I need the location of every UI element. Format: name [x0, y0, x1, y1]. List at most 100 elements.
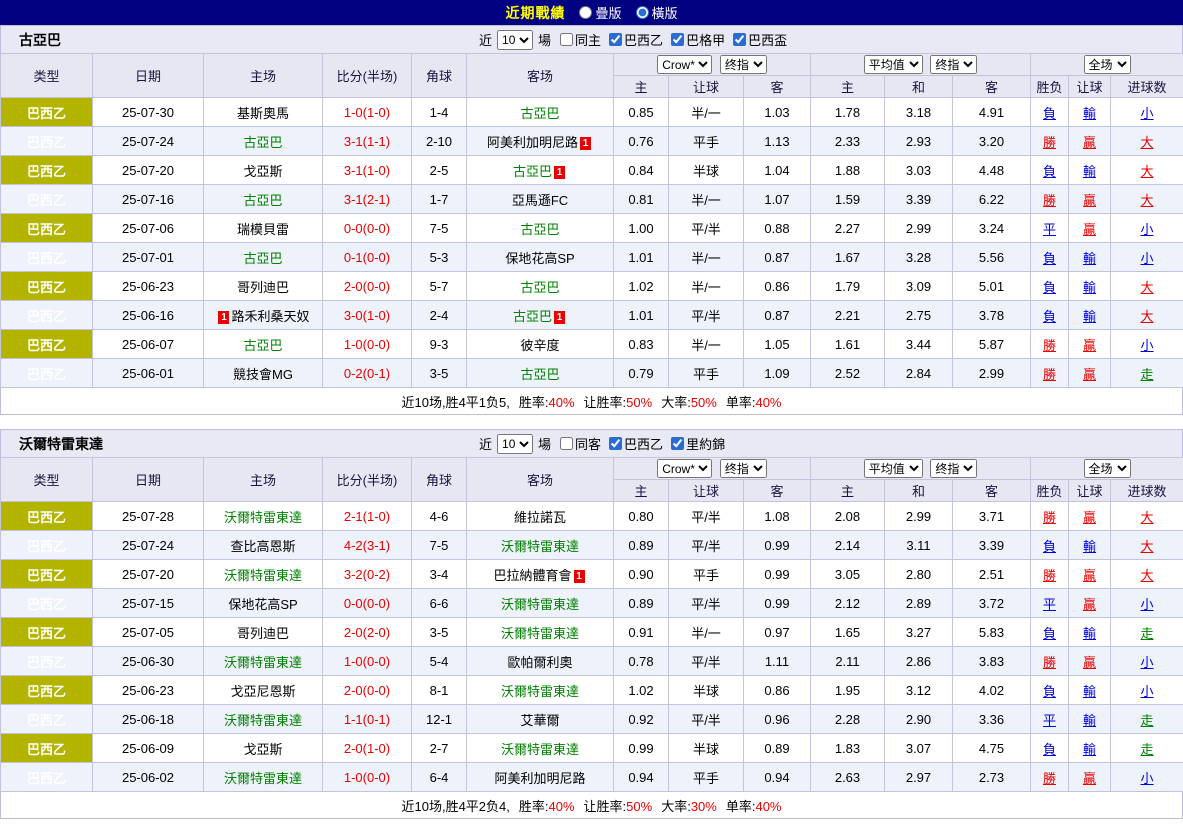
match-score[interactable]: 2-0(0-0)	[323, 676, 412, 705]
away-team-name[interactable]: 維拉諾瓦	[514, 510, 566, 525]
result-goals[interactable]: 走	[1111, 359, 1183, 388]
result-winlose[interactable]: 負	[1031, 156, 1069, 185]
result-goals[interactable]: 大	[1111, 156, 1183, 185]
match-score[interactable]: 1-0(0-0)	[323, 330, 412, 359]
away-team-name[interactable]: 沃爾特雷東達	[501, 539, 579, 554]
home-team-name[interactable]: 戈亞斯	[243, 742, 282, 757]
handicap-stage-select[interactable]: 终指	[720, 55, 767, 74]
horizontal-view-radio[interactable]	[636, 6, 649, 19]
result-winlose[interactable]: 勝	[1031, 647, 1069, 676]
home-team-name[interactable]: 古亞巴	[243, 135, 282, 150]
away-team-name[interactable]: 阿美利加明尼路	[487, 135, 578, 150]
result-goals[interactable]: 大	[1111, 560, 1183, 589]
filter-option[interactable]: 里約錦	[671, 434, 725, 453]
result-winlose[interactable]: 負	[1031, 301, 1069, 330]
away-team-name[interactable]: 彼辛度	[520, 338, 559, 353]
away-team-name[interactable]: 沃爾特雷東達	[501, 742, 579, 757]
match-score[interactable]: 3-1(1-0)	[323, 156, 412, 185]
away-team-name[interactable]: 古亞巴	[520, 367, 559, 382]
away-team-name[interactable]: 古亞巴	[513, 164, 552, 179]
home-team-name[interactable]: 保地花高SP	[228, 597, 297, 612]
result-handicap[interactable]: 贏	[1069, 589, 1111, 618]
result-winlose[interactable]: 勝	[1031, 502, 1069, 531]
result-goals[interactable]: 小	[1111, 214, 1183, 243]
result-goals[interactable]: 走	[1111, 705, 1183, 734]
away-team-name[interactable]: 古亞巴	[513, 309, 552, 324]
away-team-name[interactable]: 保地花高SP	[505, 251, 574, 266]
match-score[interactable]: 0-2(0-1)	[323, 359, 412, 388]
home-team-name[interactable]: 戈亞斯	[243, 164, 282, 179]
result-goals[interactable]: 走	[1111, 734, 1183, 763]
away-team-name[interactable]: 古亞巴	[520, 280, 559, 295]
result-goals[interactable]: 小	[1111, 98, 1183, 127]
away-team-name[interactable]: 亞馬遜FC	[512, 193, 568, 208]
odds-company-select[interactable]: Crow*	[657, 459, 712, 478]
result-winlose[interactable]: 平	[1031, 589, 1069, 618]
result-handicap[interactable]: 輸	[1069, 734, 1111, 763]
filter-checkbox[interactable]	[560, 437, 573, 450]
result-goals[interactable]: 大	[1111, 272, 1183, 301]
away-team-name[interactable]: 巴拉納體育會	[493, 568, 571, 583]
result-goals[interactable]: 小	[1111, 589, 1183, 618]
away-team-name[interactable]: 沃爾特雷東達	[501, 597, 579, 612]
result-handicap[interactable]: 輸	[1069, 531, 1111, 560]
filter-checkbox[interactable]	[609, 33, 622, 46]
home-team-name[interactable]: 哥列迪巴	[237, 626, 289, 641]
result-winlose[interactable]: 勝	[1031, 330, 1069, 359]
result-winlose[interactable]: 負	[1031, 272, 1069, 301]
handicap-stage-select[interactable]: 终指	[720, 459, 767, 478]
result-winlose[interactable]: 平	[1031, 214, 1069, 243]
match-score[interactable]: 0-0(0-0)	[323, 214, 412, 243]
view-option-stacked[interactable]: 疊版	[579, 3, 621, 22]
result-goals[interactable]: 小	[1111, 676, 1183, 705]
filter-option[interactable]: 巴西乙	[609, 30, 663, 49]
result-winlose[interactable]: 負	[1031, 618, 1069, 647]
result-winlose[interactable]: 勝	[1031, 185, 1069, 214]
odds-company-select[interactable]: Crow*	[657, 55, 712, 74]
filter-checkbox[interactable]	[609, 437, 622, 450]
result-goals[interactable]: 大	[1111, 185, 1183, 214]
result-handicap[interactable]: 輸	[1069, 618, 1111, 647]
fulltime-select[interactable]: 全场	[1084, 459, 1131, 478]
result-handicap[interactable]: 贏	[1069, 359, 1111, 388]
average-select[interactable]: 平均值	[864, 459, 923, 478]
result-goals[interactable]: 小	[1111, 243, 1183, 272]
match-score[interactable]: 2-0(1-0)	[323, 734, 412, 763]
stacked-view-radio[interactable]	[579, 6, 592, 19]
fulltime-select[interactable]: 全场	[1084, 55, 1131, 74]
result-handicap[interactable]: 贏	[1069, 127, 1111, 156]
home-team-name[interactable]: 基斯奧馬	[237, 106, 289, 121]
result-handicap[interactable]: 贏	[1069, 330, 1111, 359]
filter-checkbox[interactable]	[671, 437, 684, 450]
filter-option[interactable]: 同主	[560, 30, 601, 49]
away-team-name[interactable]: 阿美利加明尼路	[494, 771, 585, 786]
match-score[interactable]: 0-0(0-0)	[323, 589, 412, 618]
match-score[interactable]: 0-1(0-0)	[323, 243, 412, 272]
match-score[interactable]: 3-0(1-0)	[323, 301, 412, 330]
match-score[interactable]: 1-0(1-0)	[323, 98, 412, 127]
result-handicap[interactable]: 輸	[1069, 676, 1111, 705]
filter-option[interactable]: 巴格甲	[671, 30, 725, 49]
result-goals[interactable]: 小	[1111, 330, 1183, 359]
result-handicap[interactable]: 輸	[1069, 272, 1111, 301]
result-winlose[interactable]: 負	[1031, 676, 1069, 705]
home-team-name[interactable]: 沃爾特雷東達	[224, 713, 302, 728]
result-goals[interactable]: 大	[1111, 502, 1183, 531]
result-handicap[interactable]: 贏	[1069, 185, 1111, 214]
filter-option[interactable]: 巴西盃	[733, 30, 787, 49]
away-team-name[interactable]: 古亞巴	[520, 222, 559, 237]
result-goals[interactable]: 小	[1111, 763, 1183, 792]
home-team-name[interactable]: 古亞巴	[243, 193, 282, 208]
result-goals[interactable]: 大	[1111, 301, 1183, 330]
result-goals[interactable]: 小	[1111, 647, 1183, 676]
result-winlose[interactable]: 負	[1031, 98, 1069, 127]
result-handicap[interactable]: 贏	[1069, 647, 1111, 676]
home-team-name[interactable]: 哥列迪巴	[237, 280, 289, 295]
filter-option[interactable]: 巴西乙	[609, 434, 663, 453]
europe-stage-select[interactable]: 终指	[930, 459, 977, 478]
away-team-name[interactable]: 沃爾特雷東達	[501, 684, 579, 699]
result-winlose[interactable]: 勝	[1031, 763, 1069, 792]
europe-stage-select[interactable]: 终指	[930, 55, 977, 74]
home-team-name[interactable]: 查比高恩斯	[230, 539, 295, 554]
home-team-name[interactable]: 沃爾特雷東達	[224, 655, 302, 670]
